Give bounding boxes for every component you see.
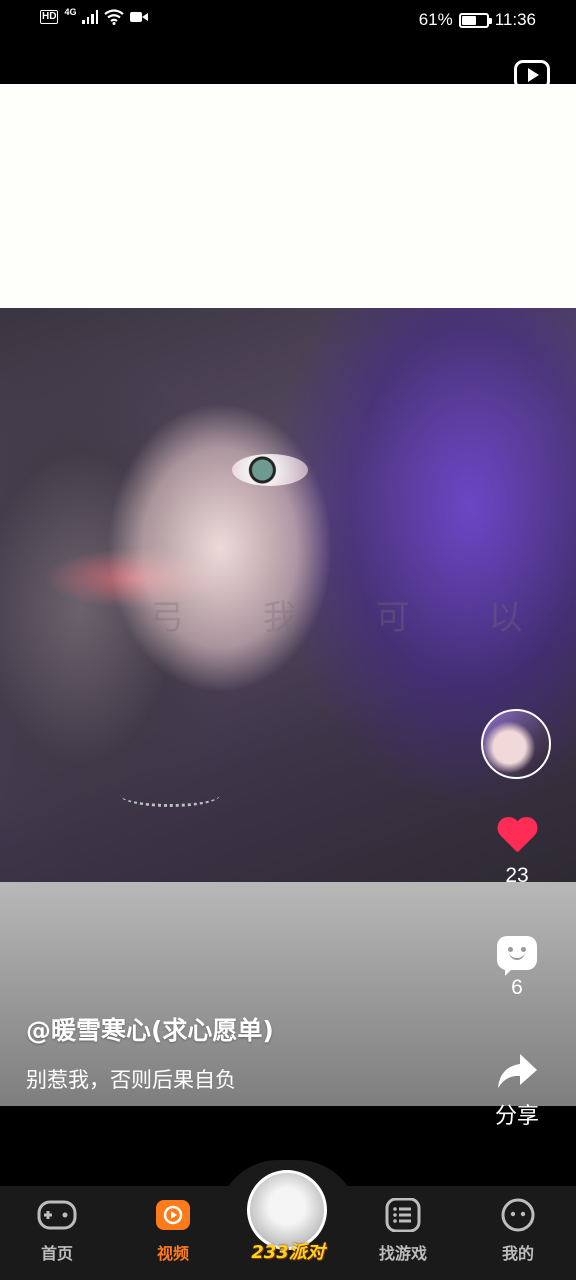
- status-left: HD 4G: [40, 7, 149, 25]
- status-right: 61% 11:36: [419, 10, 536, 30]
- smile-icon: [501, 1198, 535, 1232]
- battery-icon: [458, 12, 492, 28]
- nav-item-video[interactable]: 视频: [128, 1198, 218, 1264]
- network-type: 4G: [64, 7, 77, 17]
- nav-item-find-games[interactable]: 找游戏: [358, 1197, 448, 1264]
- battery-percent: 61%: [418, 10, 453, 29]
- video-play-icon: [156, 1200, 190, 1230]
- comment-count: 6: [511, 976, 523, 999]
- camera-recording-icon: [130, 12, 149, 22]
- like-count: 23: [505, 864, 529, 887]
- author-name[interactable]: @暖雪寒心(求心愿单): [26, 1011, 274, 1047]
- nav-item-me[interactable]: 我的: [473, 1198, 563, 1264]
- top-bar: [0, 40, 576, 90]
- hd-badge: HD: [40, 10, 59, 24]
- like-button[interactable]: 23: [477, 818, 557, 888]
- share-button[interactable]: 分享: [477, 1052, 557, 1130]
- gamepad-icon: [37, 1200, 77, 1230]
- nav-label-party: 233派对: [251, 1242, 325, 1263]
- video-frame-image: 弓 我 可 以: [0, 308, 576, 882]
- nav-label-find-games: 找游戏: [378, 1244, 427, 1263]
- status-bar: HD 4G 61% 11:36: [0, 0, 576, 40]
- share-icon: [498, 1054, 537, 1088]
- wifi-icon: [104, 9, 125, 25]
- nav-item-party[interactable]: 233派对: [247, 1170, 329, 1263]
- comment-icon: [497, 936, 537, 976]
- list-icon: [385, 1197, 421, 1233]
- comment-button[interactable]: 6: [477, 936, 557, 1000]
- video-caption: 别惹我，否则后果自负: [26, 1068, 236, 1092]
- clock: 11:36: [494, 10, 536, 29]
- nav-item-home[interactable]: 首页: [12, 1198, 102, 1264]
- image-detail-eye: [232, 454, 308, 486]
- image-detail-necklace: [120, 783, 220, 807]
- share-label: 分享: [494, 1104, 539, 1129]
- nav-label-video: 视频: [156, 1244, 189, 1263]
- heart-icon: [496, 818, 538, 858]
- video-top-blank: [0, 84, 576, 308]
- nav-label-me: 我的: [501, 1244, 534, 1263]
- author-avatar[interactable]: [481, 709, 551, 779]
- signal-icon: [82, 10, 99, 24]
- nav-label-home: 首页: [40, 1244, 73, 1263]
- image-watermark: 弓 我 可 以: [150, 598, 557, 638]
